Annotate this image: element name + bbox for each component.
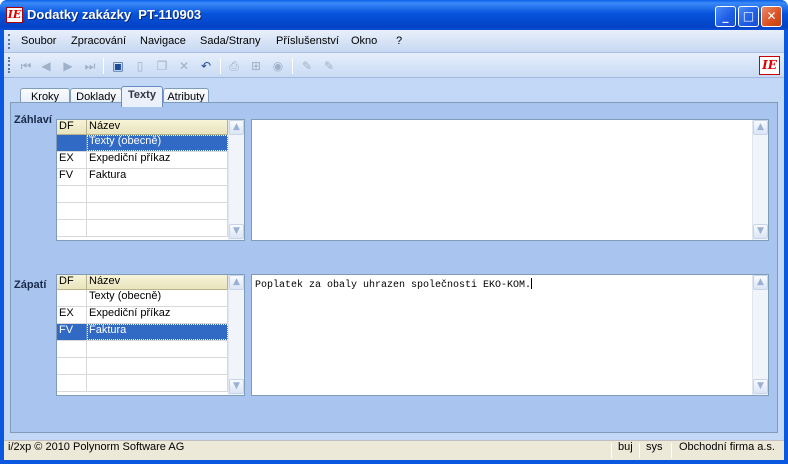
cell-nazev: Texty (obecně) bbox=[87, 135, 228, 151]
cell-df: EX bbox=[57, 152, 87, 168]
status-bar: i/2xp © 2010 Polynorm Software AG buj sy… bbox=[4, 440, 784, 460]
previous-record-icon[interactable]: ◀ bbox=[38, 58, 54, 74]
status-user: buj bbox=[618, 441, 633, 453]
next-record-icon[interactable]: ▶ bbox=[60, 58, 76, 74]
column-header-df[interactable]: DF bbox=[57, 275, 87, 290]
undo-icon[interactable]: ↶ bbox=[198, 58, 214, 74]
column-header-nazev[interactable]: Název bbox=[87, 120, 228, 135]
brand-logo-icon: IE bbox=[759, 56, 780, 75]
scroll-down-icon[interactable]: ▼ bbox=[753, 379, 768, 394]
cell-nazev: Expediční příkaz bbox=[87, 307, 228, 323]
table-row-empty[interactable] bbox=[57, 358, 228, 375]
menu-zpracovani[interactable]: Zpracování bbox=[71, 35, 126, 47]
cell-df bbox=[57, 290, 87, 306]
table-row-empty[interactable] bbox=[57, 203, 228, 220]
first-record-icon[interactable]: ⏮ bbox=[18, 58, 34, 74]
status-system: sys bbox=[646, 441, 663, 453]
stop-icon[interactable]: ◉ bbox=[270, 58, 286, 74]
minimize-button[interactable]: _ bbox=[715, 6, 736, 27]
table-row[interactable]: Texty (obecně) bbox=[57, 290, 228, 307]
title-bar[interactable]: IE Dodatky zakázky PT-110903 _ □ ✕ bbox=[0, 0, 788, 30]
footer-text-area[interactable]: Poplatek za obaly uhrazen společnosti EK… bbox=[251, 274, 769, 396]
cell-nazev: Faktura bbox=[87, 324, 228, 340]
footer-doc-type-grid[interactable]: DF Název Texty (obecně) EX Expediční pří… bbox=[56, 274, 245, 396]
table-row[interactable]: EX Expediční příkaz bbox=[57, 152, 228, 169]
scroll-up-icon[interactable]: ▲ bbox=[753, 275, 768, 290]
cell-nazev: Texty (obecně) bbox=[87, 290, 228, 306]
cell-df: FV bbox=[57, 169, 87, 185]
cell-df bbox=[57, 135, 87, 151]
window-title: Dodatky zakázky PT-110903 bbox=[27, 7, 202, 22]
menu-okno[interactable]: Okno bbox=[351, 35, 377, 47]
table-row-empty[interactable] bbox=[57, 375, 228, 392]
edit-icon[interactable]: ✎ bbox=[299, 58, 315, 74]
text-caret bbox=[531, 278, 533, 289]
table-row-empty[interactable] bbox=[57, 220, 228, 237]
tree-icon[interactable]: ⊞ bbox=[248, 58, 264, 74]
menu-help[interactable]: ? bbox=[396, 35, 402, 47]
last-record-icon[interactable]: ⏭ bbox=[82, 58, 98, 74]
tab-texty[interactable]: Texty bbox=[121, 86, 163, 107]
menu-sada-strany[interactable]: Sada/Strany bbox=[200, 35, 261, 47]
new-icon[interactable]: ▯ bbox=[132, 58, 148, 74]
status-separator bbox=[611, 443, 612, 458]
print-icon[interactable]: ⎙ bbox=[226, 58, 242, 74]
close-button[interactable]: ✕ bbox=[761, 6, 782, 27]
table-row-empty[interactable] bbox=[57, 341, 228, 358]
scroll-down-icon[interactable]: ▼ bbox=[229, 379, 244, 394]
scroll-up-icon[interactable]: ▲ bbox=[229, 120, 244, 135]
cell-nazev: Expediční příkaz bbox=[87, 152, 228, 168]
column-header-df[interactable]: DF bbox=[57, 120, 87, 135]
footer-section-label: Zápatí bbox=[14, 279, 47, 291]
status-copyright: i/2xp © 2010 Polynorm Software AG bbox=[8, 441, 185, 453]
toolbar-separator bbox=[103, 58, 104, 74]
application-window: IE Dodatky zakázky PT-110903 _ □ ✕ Soubo… bbox=[0, 0, 788, 464]
scroll-down-icon[interactable]: ▼ bbox=[229, 224, 244, 239]
column-header-nazev[interactable]: Název bbox=[87, 275, 228, 290]
status-company: Obchodní firma a.s. bbox=[679, 441, 775, 453]
toolbar-separator bbox=[220, 58, 221, 74]
grid-scrollbar[interactable]: ▲ ▼ bbox=[228, 120, 244, 240]
client-area: Soubor Zpracování Navigace Sada/Strany P… bbox=[4, 30, 784, 460]
save-icon[interactable]: ▣ bbox=[110, 58, 126, 74]
scroll-up-icon[interactable]: ▲ bbox=[229, 275, 244, 290]
table-row[interactable]: EX Expediční příkaz bbox=[57, 307, 228, 324]
menu-bar: Soubor Zpracování Navigace Sada/Strany P… bbox=[4, 30, 784, 53]
header-doc-type-grid[interactable]: DF Název Texty (obecně) EX Expediční pří… bbox=[56, 119, 245, 241]
header-text-area[interactable]: ▲ ▼ bbox=[251, 119, 769, 241]
grid-scrollbar[interactable]: ▲ ▼ bbox=[228, 275, 244, 395]
maximize-button[interactable]: □ bbox=[738, 6, 759, 27]
app-logo-icon[interactable]: IE bbox=[6, 7, 23, 23]
menu-soubor[interactable]: Soubor bbox=[21, 35, 56, 47]
header-section-label: Záhlaví bbox=[14, 114, 52, 126]
status-separator bbox=[639, 443, 640, 458]
table-row[interactable]: FV Faktura bbox=[57, 324, 228, 341]
menu-navigace[interactable]: Navigace bbox=[140, 35, 186, 47]
cell-df: FV bbox=[57, 324, 87, 340]
toolbar-separator bbox=[292, 58, 293, 74]
scroll-up-icon[interactable]: ▲ bbox=[753, 120, 768, 135]
copy-icon[interactable]: ❐ bbox=[154, 58, 170, 74]
grid-header: DF Název bbox=[57, 120, 228, 135]
grid-header: DF Název bbox=[57, 275, 228, 290]
text-scrollbar[interactable]: ▲ ▼ bbox=[752, 275, 768, 395]
table-row-empty[interactable] bbox=[57, 186, 228, 203]
tab-strip: Kroky Doklady Texty Atributy bbox=[4, 78, 784, 107]
edit-alt-icon[interactable]: ✎ bbox=[321, 58, 337, 74]
text-scrollbar[interactable]: ▲ ▼ bbox=[752, 120, 768, 240]
scroll-down-icon[interactable]: ▼ bbox=[753, 224, 768, 239]
menu-prislusenstvi[interactable]: Příslušenství bbox=[276, 35, 339, 47]
footer-text-content: Poplatek za obaly uhrazen společnosti EK… bbox=[255, 278, 533, 291]
cell-df: EX bbox=[57, 307, 87, 323]
texty-panel: Záhlaví DF Název Texty (obecně) EX Exped… bbox=[10, 102, 778, 433]
status-separator bbox=[671, 443, 672, 458]
cell-nazev: Faktura bbox=[87, 169, 228, 185]
delete-icon[interactable]: ✕ bbox=[176, 58, 192, 74]
menubar-grip[interactable] bbox=[8, 34, 11, 49]
table-row[interactable]: Texty (obecně) bbox=[57, 135, 228, 152]
table-row[interactable]: FV Faktura bbox=[57, 169, 228, 186]
toolbar-grip[interactable] bbox=[8, 57, 11, 73]
toolbar: ⏮ ◀ ▶ ⏭ ▣ ▯ ❐ ✕ ↶ ⎙ ⊞ ◉ ✎ ✎ IE bbox=[4, 53, 784, 78]
